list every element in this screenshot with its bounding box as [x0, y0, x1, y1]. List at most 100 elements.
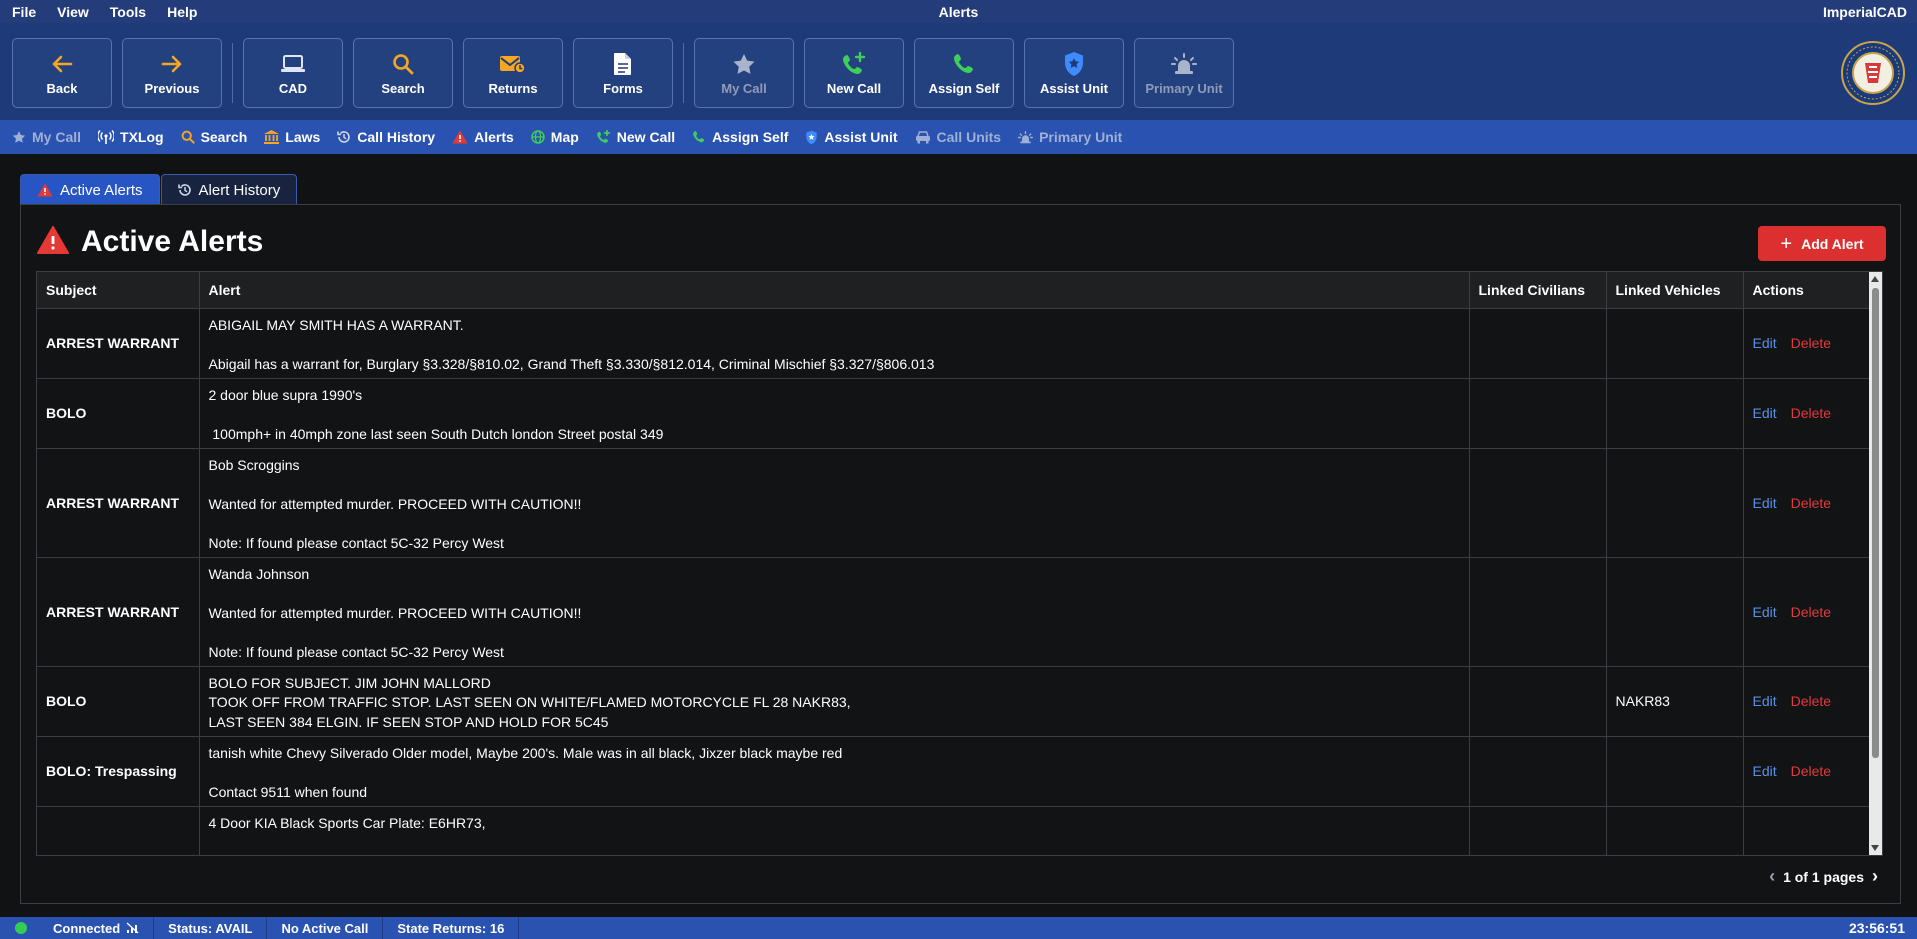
row-actions: Edit Delete: [1743, 557, 1872, 667]
column-header-linked-civilians[interactable]: Linked Civilians: [1469, 272, 1607, 309]
tab-active-alerts[interactable]: Active Alerts: [20, 174, 160, 205]
search-icon: [181, 130, 195, 144]
column-header-alert[interactable]: Alert: [199, 272, 1470, 309]
linked-civilians: [1469, 448, 1607, 558]
unit-status[interactable]: Status: AVAIL: [153, 917, 266, 939]
new-call-label: New Call: [826, 80, 882, 96]
delete-button[interactable]: Delete: [1791, 495, 1831, 511]
plus-icon: +: [1780, 232, 1793, 255]
quick-assist-unit[interactable]: Assist Unit: [805, 129, 898, 145]
column-header-subject[interactable]: Subject: [37, 272, 200, 309]
alert-subject: BOLO: [37, 666, 200, 737]
alert-text: 4 Door KIA Black Sports Car Plate: E6HR7…: [199, 806, 1470, 855]
assign-self-button[interactable]: Assign Self: [914, 38, 1014, 108]
alerts-table-container[interactable]: Subject Alert Linked Civilians Linked Ve…: [36, 271, 1883, 856]
linked-civilians: [1469, 666, 1607, 737]
quick-nav-bar: My Call TXLog Search Laws Call History A…: [0, 120, 1917, 154]
scroll-down-arrow[interactable]: [1871, 845, 1879, 851]
column-header-linked-vehicles[interactable]: Linked Vehicles: [1606, 272, 1744, 309]
quick-map[interactable]: Map: [531, 129, 579, 145]
search-button[interactable]: Search: [353, 38, 453, 108]
quick-assign-self[interactable]: Assign Self: [692, 129, 788, 145]
quick-call-units[interactable]: Call Units: [915, 129, 1001, 145]
edit-button[interactable]: Edit: [1753, 405, 1777, 421]
add-alert-button[interactable]: + Add Alert: [1758, 226, 1886, 261]
warning-icon: [37, 225, 69, 259]
arrow-left-icon: [51, 51, 73, 77]
linked-vehicles: NAKR83: [1606, 666, 1744, 737]
table-scrollbar[interactable]: [1869, 272, 1882, 855]
forms-button[interactable]: Forms: [573, 38, 673, 108]
edit-button[interactable]: Edit: [1753, 495, 1777, 511]
my-call-label: My Call: [721, 80, 767, 96]
car-icon: [915, 130, 931, 144]
quick-txlog[interactable]: TXLog: [98, 129, 164, 145]
brand-name: ImperialCAD: [1822, 3, 1907, 20]
delete-button[interactable]: Delete: [1791, 405, 1831, 421]
alert-subject: [37, 806, 200, 855]
alert-text: ABIGAIL MAY SMITH HAS A WARRANT. Abigail…: [199, 308, 1470, 379]
quick-call-history-label: Call History: [357, 129, 436, 145]
edit-button[interactable]: Edit: [1753, 763, 1777, 779]
alert-subject: ARREST WARRANT: [37, 448, 200, 558]
quick-call-history[interactable]: Call History: [337, 129, 435, 145]
assist-unit-label: Assist Unit: [1040, 80, 1108, 96]
scroll-up-arrow[interactable]: [1871, 276, 1879, 282]
row-actions: Edit Delete: [1743, 736, 1872, 807]
my-call-button[interactable]: My Call: [694, 38, 794, 108]
delete-button[interactable]: Delete: [1791, 693, 1831, 709]
quick-laws-label: Laws: [285, 129, 321, 145]
returns-button[interactable]: Returns: [463, 38, 563, 108]
delete-button[interactable]: Delete: [1791, 335, 1831, 351]
alert-text: Bob Scroggins Wanted for attempted murde…: [199, 448, 1470, 558]
linked-civilians: [1469, 806, 1607, 855]
menu-view[interactable]: View: [57, 4, 89, 20]
siren-icon: [1171, 51, 1197, 77]
connection-status-dot: [15, 922, 27, 934]
previous-button[interactable]: Previous: [122, 38, 222, 108]
warning-icon: [452, 130, 468, 144]
table-row: ARREST WARRANT ABIGAIL MAY SMITH HAS A W…: [37, 308, 1872, 379]
edit-button[interactable]: Edit: [1753, 604, 1777, 620]
tab-alert-history[interactable]: Alert History: [160, 174, 298, 205]
phone-plus-icon: [841, 51, 867, 77]
primary-unit-button[interactable]: Primary Unit: [1134, 38, 1234, 108]
delete-button[interactable]: Delete: [1791, 763, 1831, 779]
quick-assign-self-label: Assign Self: [712, 129, 789, 145]
new-call-button[interactable]: New Call: [804, 38, 904, 108]
quick-map-label: Map: [550, 129, 579, 145]
mail-icon: [499, 51, 527, 77]
quick-search[interactable]: Search: [181, 129, 248, 145]
search-label: Search: [381, 80, 425, 96]
menu-tools[interactable]: Tools: [110, 4, 146, 20]
state-returns-count[interactable]: State Returns: 16: [382, 917, 518, 939]
assist-unit-button[interactable]: Assist Unit: [1024, 38, 1124, 108]
quick-laws[interactable]: Laws: [264, 129, 320, 145]
row-actions: [1743, 806, 1872, 855]
linked-vehicles: [1606, 557, 1744, 667]
edit-button[interactable]: Edit: [1753, 693, 1777, 709]
table-row: BOLO: Trespassing tanish white Chevy Sil…: [37, 736, 1872, 807]
delete-button[interactable]: Delete: [1791, 604, 1831, 620]
quick-my-call[interactable]: My Call: [12, 129, 81, 145]
previous-label: Previous: [144, 80, 200, 96]
back-button[interactable]: Back: [12, 38, 112, 108]
quick-alerts[interactable]: Alerts: [452, 129, 514, 145]
next-page-button[interactable]: ›: [1864, 866, 1886, 887]
menu-help[interactable]: Help: [167, 4, 197, 20]
column-header-actions: Actions: [1743, 272, 1872, 309]
quick-new-call[interactable]: New Call: [596, 129, 675, 145]
row-actions: Edit Delete: [1743, 308, 1872, 379]
alert-subject: BOLO: [37, 378, 200, 449]
edit-button[interactable]: Edit: [1753, 335, 1777, 351]
pagination: ‹ 1 of 1 pages ›: [1761, 866, 1886, 887]
menu-list: File View Tools Help: [0, 4, 218, 20]
alert-subject: BOLO: Trespassing: [37, 736, 200, 807]
quick-primary-unit[interactable]: Primary Unit: [1018, 129, 1122, 145]
cad-button[interactable]: CAD: [243, 38, 343, 108]
menu-file[interactable]: File: [12, 4, 36, 20]
table-row: BOLO BOLO FOR SUBJECT. JIM JOHN MALLORD …: [37, 666, 1872, 737]
scroll-thumb[interactable]: [1872, 288, 1879, 758]
prev-page-button[interactable]: ‹: [1761, 866, 1783, 887]
quick-search-label: Search: [200, 129, 248, 145]
